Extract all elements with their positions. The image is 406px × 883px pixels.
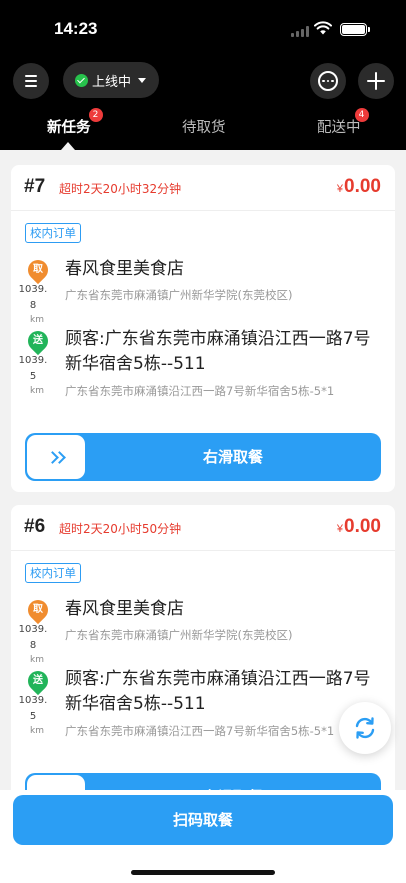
tab-delivering[interactable]: 配送中 4 <box>317 108 369 137</box>
order-price: ¥0.00 <box>337 176 381 198</box>
order-card-header: #6 超时2天20小时50分钟 ¥0.00 <box>11 505 395 551</box>
order-number: #6 <box>24 516 46 537</box>
currency-symbol: ¥ <box>336 183 344 195</box>
battery-icon <box>340 23 370 36</box>
tab-badge: 2 <box>88 108 103 122</box>
pickup-distance-unit: km <box>30 655 44 665</box>
online-status-dropdown[interactable]: 上线中 <box>63 62 159 98</box>
dropoff-address: 广东省东莞市麻涌镇沿江西一路7号新华宿舍5栋-5*1 <box>65 384 335 398</box>
slide-label: 右滑取餐 <box>202 448 263 466</box>
dropoff-customer-address: 顾客:广东省东莞市麻涌镇沿江西一路7号新华宿舍5栋--511 <box>65 329 371 374</box>
pickup-pin-icon: 取 <box>23 255 53 285</box>
status-time: 14:23 <box>54 19 98 38</box>
pickup-store-name: 春风食里美食店 <box>65 259 184 279</box>
overdue-time: 超时2天20小时32分钟 <box>59 182 182 196</box>
bottom-bar: 扫码取餐 <box>0 790 406 883</box>
refresh-button[interactable] <box>339 702 391 754</box>
order-card[interactable]: #6 超时2天20小时50分钟 ¥0.00 校内订单 取 1039. 8 km 春… <box>11 505 395 790</box>
currency-symbol: ¥ <box>336 523 344 535</box>
tab-indicator <box>61 142 75 150</box>
slide-to-pickup[interactable]: 右滑取餐 <box>25 433 381 481</box>
pickup-address: 广东省东莞市麻涌镇广州新华学院(东莞校区) <box>65 288 293 302</box>
wifi-icon <box>314 21 332 35</box>
online-status-label: 上线中 <box>92 74 132 90</box>
order-list[interactable]: #7 超时2天20小时32分钟 ¥0.00 校内订单 取 1039. 8 km 春… <box>0 150 406 790</box>
order-card-header: #7 超时2天20小时32分钟 ¥0.00 <box>11 165 395 211</box>
pickup-store-name: 春风食里美食店 <box>65 599 184 619</box>
pickup-distance: 1039. 8 <box>18 284 48 311</box>
cellular-signal-icon <box>291 26 309 37</box>
slide-handle[interactable] <box>27 435 85 479</box>
order-card[interactable]: #7 超时2天20小时32分钟 ¥0.00 校内订单 取 1039. 8 km 春… <box>11 165 395 492</box>
tab-awaiting-pickup[interactable]: 待取货 <box>182 116 226 137</box>
scan-pickup-button[interactable]: 扫码取餐 <box>13 795 393 845</box>
order-price: ¥0.00 <box>337 516 381 538</box>
slide-handle[interactable] <box>27 775 85 790</box>
overdue-time: 超时2天20小时50分钟 <box>59 522 182 536</box>
dropoff-pin-icon: 送 <box>23 666 53 696</box>
refresh-icon <box>355 717 375 739</box>
slide-label: 右滑取餐 <box>85 773 381 790</box>
tab-badge: 4 <box>354 108 369 122</box>
order-tabs: 新任务 2 待取货 配送中 4 <box>0 108 406 150</box>
home-indicator[interactable] <box>131 870 275 875</box>
chevron-down-icon <box>138 77 147 83</box>
menu-icon <box>25 72 37 90</box>
dropoff-distance: 1039. 5 <box>18 695 48 722</box>
order-type-tag: 校内订单 <box>25 563 81 583</box>
price-value: 0.00 <box>344 516 381 537</box>
dropoff-pin-icon: 送 <box>23 326 53 356</box>
order-number: #7 <box>24 176 46 197</box>
tab-label: 新任务 <box>47 120 91 136</box>
header: 14:23 上线中 新任务 2 待取货 配送中 4 <box>0 0 406 150</box>
tab-label: 配送中 <box>317 120 361 136</box>
pickup-distance-unit: km <box>30 315 44 325</box>
messages-button[interactable] <box>310 63 346 99</box>
chevron-right-icon <box>53 450 66 464</box>
pickup-distance: 1039. 8 <box>18 624 48 651</box>
dropoff-distance-unit: km <box>30 386 44 396</box>
tab-label: 待取货 <box>182 120 226 136</box>
menu-button[interactable] <box>13 63 49 99</box>
plus-icon <box>367 72 385 90</box>
slide-to-pickup[interactable]: 右滑取餐 <box>25 773 381 790</box>
tab-new-tasks[interactable]: 新任务 2 <box>47 108 103 137</box>
dropoff-customer-address: 顾客:广东省东莞市麻涌镇沿江西一路7号新华宿舍5栋--511 <box>65 669 371 714</box>
check-circle-icon <box>75 73 88 87</box>
add-button[interactable] <box>358 63 394 99</box>
chat-icon <box>318 71 338 91</box>
price-value: 0.00 <box>344 176 381 197</box>
status-bar: 14:23 <box>0 0 406 56</box>
order-type-tag: 校内订单 <box>25 223 81 243</box>
dropoff-distance-unit: km <box>30 726 44 736</box>
pickup-pin-icon: 取 <box>23 595 53 625</box>
dropoff-distance: 1039. 5 <box>18 355 48 382</box>
pickup-address: 广东省东莞市麻涌镇广州新华学院(东莞校区) <box>65 628 293 642</box>
